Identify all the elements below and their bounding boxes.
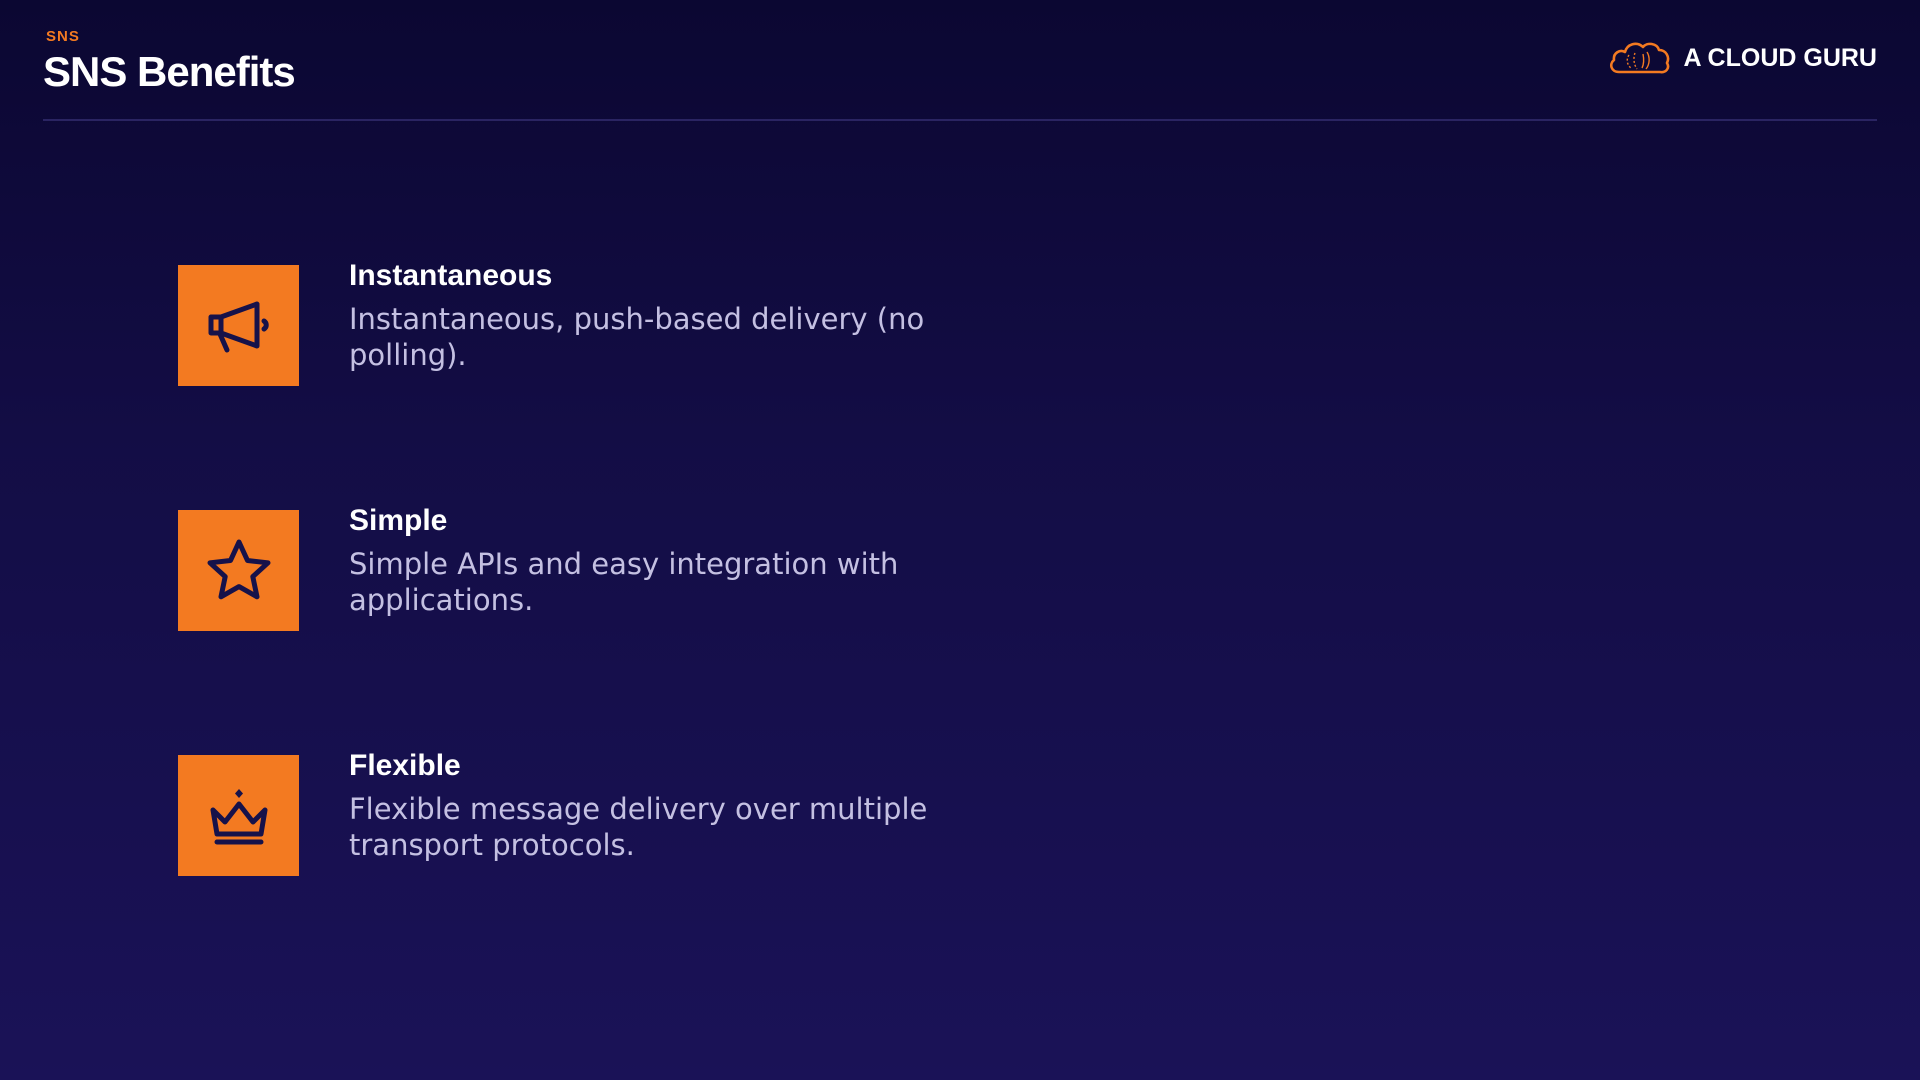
brand-logo-group: A CLOUD GURU	[1607, 36, 1877, 80]
benefit-title: Simple	[349, 504, 448, 537]
benefit-text: Simple Simple APIs and easy integration …	[349, 502, 1029, 618]
benefit-title: Flexible	[349, 749, 461, 782]
benefit-title: Instantaneous	[349, 259, 553, 292]
brand-name: A CLOUD GURU	[1683, 43, 1877, 72]
benefit-text: Instantaneous Instantaneous, push-based …	[349, 257, 1029, 373]
crown-icon	[210, 788, 267, 844]
benefit-item-flexible: Flexible Flexible message delivery over …	[178, 749, 1078, 876]
page-title: SNS Benefits	[43, 48, 296, 95]
benefit-description: Instantaneous, push-based delivery (no p…	[349, 302, 925, 372]
benefit-icon-tile	[178, 265, 299, 386]
benefit-item-simple: Simple Simple APIs and easy integration …	[178, 504, 1078, 631]
header-divider	[43, 119, 1877, 121]
slide-header: SNS SNS Benefits A CLOUD GURU	[43, 26, 1877, 120]
cloud-logo-icon	[1610, 42, 1670, 74]
benefit-item-instantaneous: Instantaneous Instantaneous, push-based …	[178, 259, 1078, 386]
benefit-icon-tile	[178, 510, 299, 631]
benefit-description: Simple APIs and easy integration with ap…	[349, 547, 899, 617]
star-icon	[207, 539, 270, 599]
benefit-icon-tile	[178, 755, 299, 876]
section-eyebrow: SNS	[46, 28, 80, 45]
megaphone-icon	[208, 301, 269, 352]
benefit-description: Flexible message delivery over multiple …	[349, 792, 928, 862]
benefit-text: Flexible Flexible message delivery over …	[349, 747, 1029, 863]
